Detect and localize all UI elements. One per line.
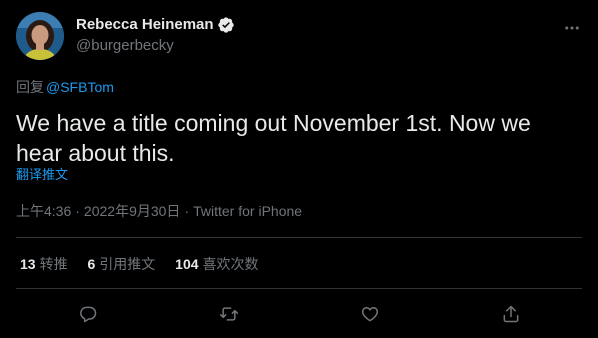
reply-icon[interactable] xyxy=(74,300,102,328)
likes-count: 104 xyxy=(175,256,199,272)
tweet-date[interactable]: 2022年9月30日 xyxy=(84,203,181,219)
tweet: Rebecca Heineman @burgerbecky 回复 @SFBTom … xyxy=(0,0,598,338)
author-block: Rebecca Heineman @burgerbecky xyxy=(76,15,235,56)
reply-context: 回复 @SFBTom xyxy=(16,77,114,97)
quotes-count: 6 xyxy=(87,256,96,272)
reply-prefix: 回复 xyxy=(16,79,44,95)
tweet-text: We have a title coming out November 1st.… xyxy=(16,110,531,166)
retweets-stat[interactable]: 13 转推 xyxy=(20,256,68,272)
divider xyxy=(16,237,582,238)
tweet-source: Twitter for iPhone xyxy=(193,203,303,219)
translate-tweet-link[interactable]: 翻译推文 xyxy=(16,166,68,184)
action-bar xyxy=(0,300,598,328)
author-handle[interactable]: @burgerbecky xyxy=(76,36,235,56)
meta-separator: · xyxy=(75,203,80,219)
verified-badge-icon xyxy=(217,16,235,34)
retweets-count: 13 xyxy=(20,256,36,272)
meta-separator: · xyxy=(184,203,190,219)
share-icon[interactable] xyxy=(497,300,525,328)
more-options-icon[interactable] xyxy=(560,16,584,40)
engagement-stats: 13 转推 6 引用推文 104 喜欢次数 xyxy=(20,254,275,274)
avatar[interactable] xyxy=(16,12,64,60)
retweet-icon[interactable] xyxy=(215,300,243,328)
quotes-label: 引用推文 xyxy=(99,256,156,272)
likes-stat[interactable]: 104 喜欢次数 xyxy=(175,256,258,272)
like-icon[interactable] xyxy=(356,300,384,328)
retweets-label: 转推 xyxy=(39,256,68,272)
tweet-time[interactable]: 上午4:36 xyxy=(16,203,71,219)
likes-label: 喜欢次数 xyxy=(202,256,259,272)
tweet-meta: 上午4:36 · 2022年9月30日 · Twitter for iPhone xyxy=(16,201,302,221)
quotes-stat[interactable]: 6 引用推文 xyxy=(87,256,155,272)
tweet-header: Rebecca Heineman @burgerbecky xyxy=(16,12,582,62)
author-display-name[interactable]: Rebecca Heineman xyxy=(76,15,214,35)
divider xyxy=(16,288,582,289)
reply-mention-link[interactable]: @SFBTom xyxy=(46,79,114,95)
